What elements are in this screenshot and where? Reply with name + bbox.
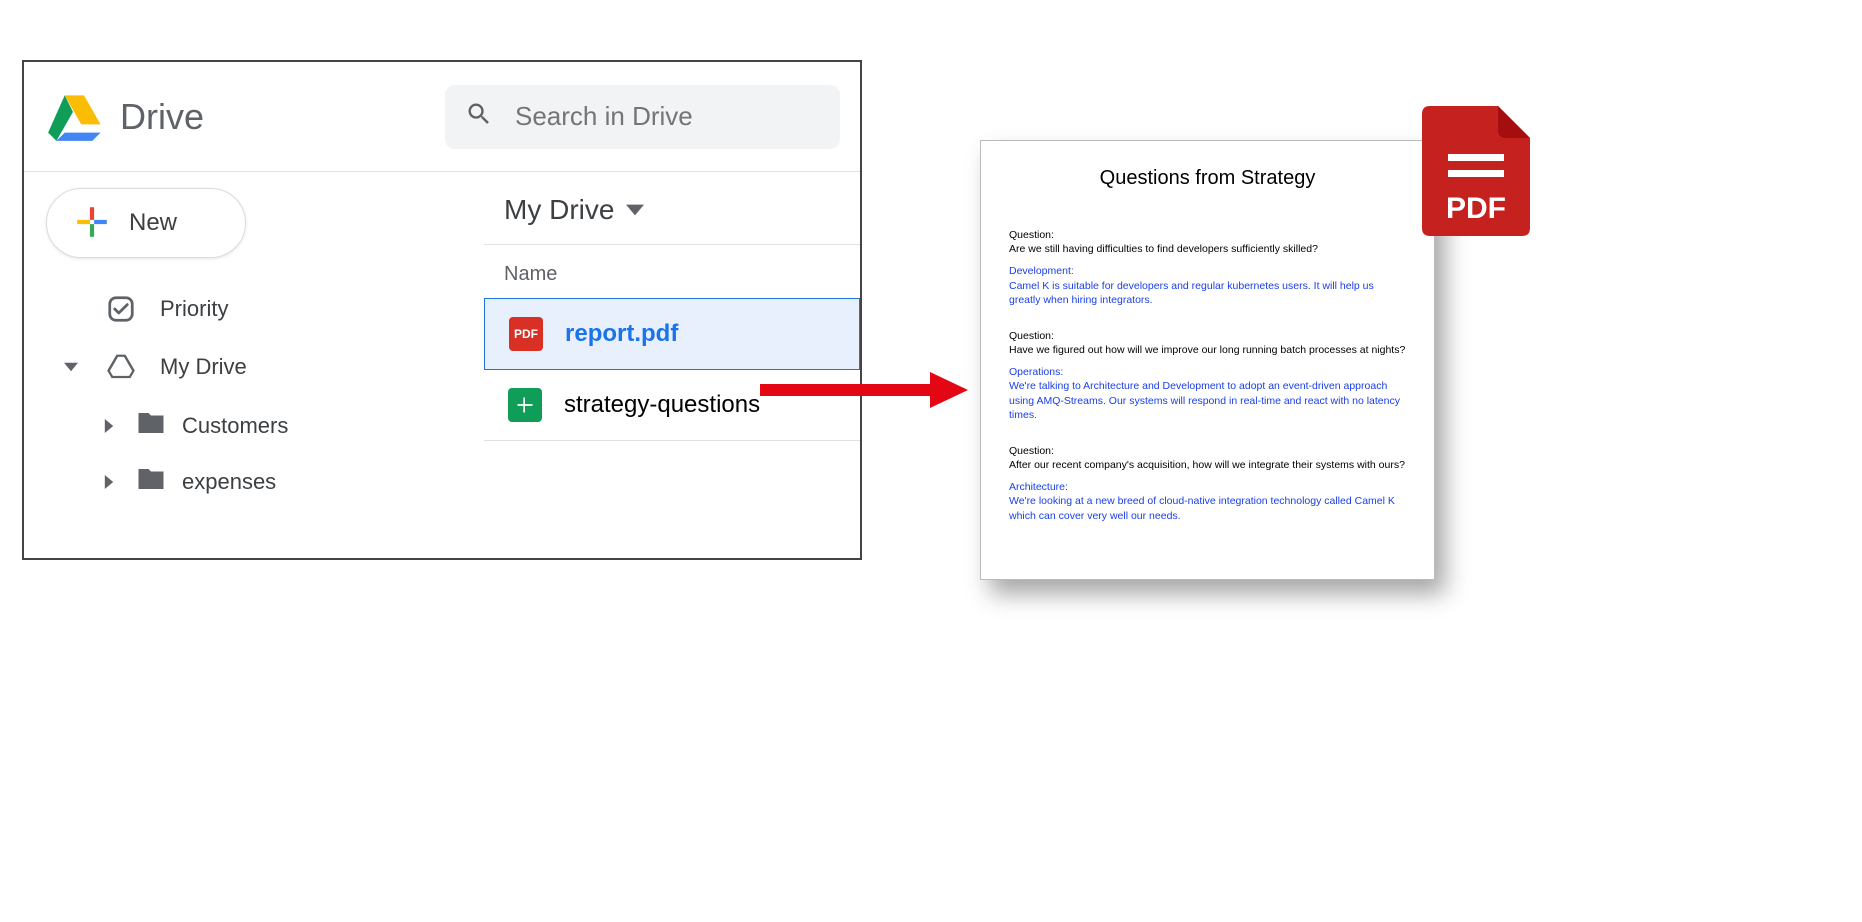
drive-window: Drive New Priority [22, 60, 862, 560]
qa-block: Question: Are we still having difficulti… [1009, 228, 1406, 307]
qa-question-text: Are we still having difficulties to find… [1009, 242, 1406, 256]
new-button[interactable]: New [46, 188, 246, 258]
drive-logo[interactable]: Drive [44, 84, 204, 149]
folder-icon [136, 408, 166, 444]
pdf-preview: Questions from Strategy Question: Are we… [980, 140, 1435, 580]
chevron-right-icon[interactable] [98, 475, 120, 489]
drive-title: Drive [120, 96, 204, 138]
sidebar-folder-expenses[interactable]: expenses [88, 456, 474, 508]
arrow-icon [760, 370, 970, 410]
pdf-title: Questions from Strategy [1009, 167, 1406, 190]
qa-question-label: Question: [1009, 444, 1406, 458]
chevron-down-icon[interactable] [60, 360, 82, 374]
drive-header: Drive [24, 62, 860, 172]
drive-small-icon [104, 352, 138, 382]
file-pane: My Drive Name PDF report.pdf strategy-qu… [484, 172, 860, 558]
sidebar: New Priority My Drive [24, 172, 484, 558]
qa-answer-text: Camel K is suitable for developers and r… [1009, 279, 1406, 307]
qa-block: Question: Have we figured out how will w… [1009, 329, 1406, 422]
search-icon [465, 100, 493, 133]
search-box[interactable] [445, 85, 840, 149]
qa-answer-text: We're looking at a new breed of cloud-na… [1009, 494, 1406, 522]
qa-answer-label: Development: [1009, 264, 1406, 278]
sidebar-item-label: Priority [160, 296, 228, 322]
search-input[interactable] [515, 101, 850, 132]
plus-icon [73, 203, 111, 244]
sheet-file-icon [508, 388, 542, 422]
chevron-right-icon[interactable] [98, 419, 120, 433]
folder-icon [136, 464, 166, 500]
qa-question-label: Question: [1009, 329, 1406, 343]
new-button-label: New [129, 209, 177, 237]
pdf-badge-label: PDF [1446, 192, 1506, 225]
qa-question-text: Have we figured out how will we improve … [1009, 343, 1406, 357]
sidebar-tree-children: Customers expenses [46, 400, 474, 508]
file-name: report.pdf [565, 320, 678, 348]
chevron-down-icon [626, 194, 644, 226]
qa-answer-text: We're talking to Architecture and Develo… [1009, 379, 1406, 422]
drive-logo-icon [44, 84, 104, 149]
qa-block: Question: After our recent company's acq… [1009, 444, 1406, 523]
sidebar-item-label: My Drive [160, 354, 247, 380]
qa-answer-label: Operations: [1009, 365, 1406, 379]
qa-answer-label: Architecture: [1009, 480, 1406, 494]
column-header-name[interactable]: Name [484, 245, 860, 298]
folder-label: Customers [182, 413, 288, 439]
sidebar-item-priority[interactable]: Priority [46, 284, 474, 334]
pdf-file-icon: PDF [509, 317, 543, 351]
sidebar-folder-customers[interactable]: Customers [88, 400, 474, 452]
folder-label: expenses [182, 469, 276, 495]
file-name: strategy-questions [564, 391, 760, 419]
qa-question-label: Question: [1009, 228, 1406, 242]
sidebar-item-mydrive[interactable]: My Drive [46, 342, 474, 392]
qa-question-text: After our recent company's acquisition, … [1009, 458, 1406, 472]
breadcrumb[interactable]: My Drive [484, 186, 860, 245]
pdf-badge-icon: PDF [1422, 106, 1530, 236]
priority-icon [104, 294, 138, 324]
file-row-report[interactable]: PDF report.pdf [484, 298, 860, 370]
breadcrumb-label: My Drive [504, 194, 614, 226]
